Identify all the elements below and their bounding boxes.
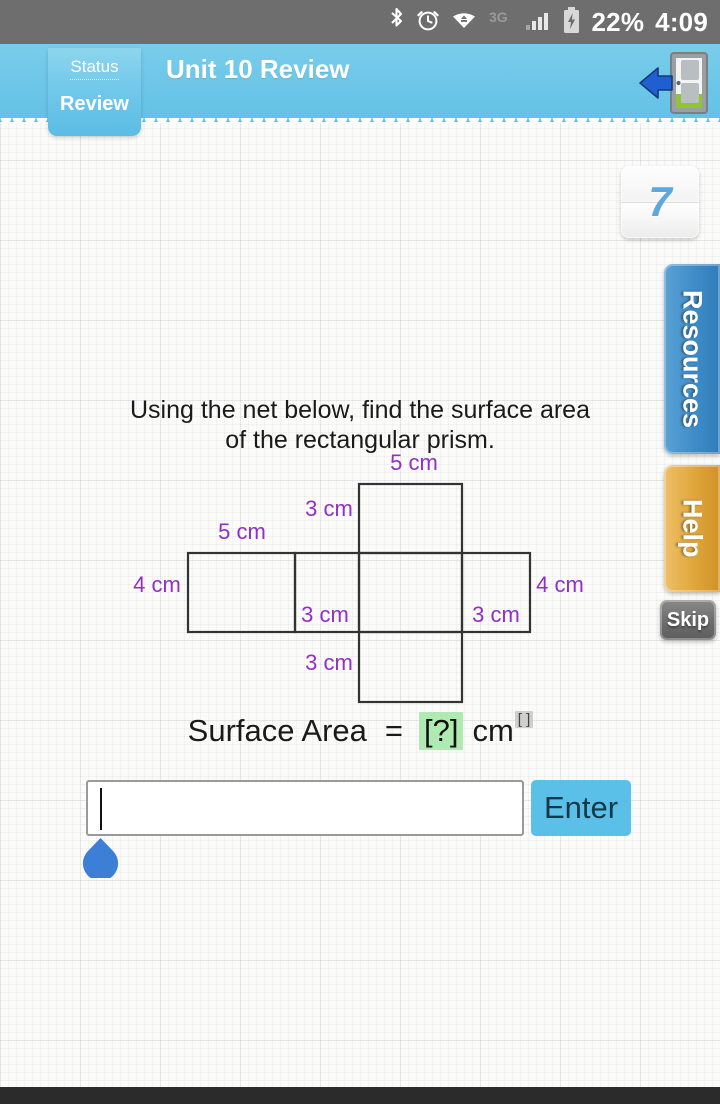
exit-button[interactable] <box>638 50 712 116</box>
skip-button[interactable]: Skip <box>660 600 716 640</box>
status-tab-value: Review <box>60 93 129 115</box>
status-tab[interactable]: Status Review <box>48 48 141 136</box>
answer-input[interactable] <box>86 780 524 836</box>
3g-icon: 3G <box>488 7 514 38</box>
net-label-upper-3cm: 3 cm <box>305 496 353 521</box>
net-face-upper-flap <box>357 482 464 555</box>
text-caret <box>100 788 102 830</box>
question-line-1: Using the net below, find the surface ar… <box>129 396 590 424</box>
android-nav-bar <box>0 1087 720 1104</box>
alarm-icon <box>416 7 440 38</box>
counter-value: 7 <box>648 178 672 225</box>
net-face-row-cell-1 <box>186 551 297 634</box>
answer-equation: Surface Area = [?] cm [ ] <box>0 711 720 750</box>
answer-blank: [?] <box>419 712 464 750</box>
battery-percent: 22% <box>591 7 645 37</box>
help-label: Help <box>677 499 708 558</box>
net-label-lower-3cm: 3 cm <box>305 650 353 675</box>
answer-unit: cm <box>472 713 514 748</box>
net-face-row-cell-2 <box>293 551 361 634</box>
net-label-mid-right-3cm: 3 cm <box>472 602 520 627</box>
text-selection-handle[interactable] <box>82 838 119 881</box>
net-face-lower-flap <box>357 630 464 704</box>
net-label-right-4cm: 4 cm <box>536 572 584 597</box>
battery-charging-icon <box>562 6 581 39</box>
status-clock: 4:09 <box>655 7 708 37</box>
net-label-left-5cm: 5 cm <box>218 519 266 544</box>
help-button[interactable]: Help <box>664 465 720 592</box>
question-counter: 7 <box>621 166 699 238</box>
skip-label: Skip <box>666 608 710 631</box>
app-root: 3G 22% 4:09 Status Review Unit 10 Review… <box>0 0 720 1104</box>
net-face-row-cell-3 <box>357 551 464 634</box>
rectangular-prism-net-diagram: 5 cm3 cm5 cm4 cm3 cm 3 cm4 cm3 cm <box>133 450 584 704</box>
svg-text:3G: 3G <box>489 9 508 25</box>
android-status-bar: 3G 22% 4:09 <box>0 0 720 44</box>
wifi-icon <box>451 7 477 38</box>
signal-icon <box>525 7 551 38</box>
equals-sign: = <box>384 713 403 748</box>
status-tab-label: Status <box>70 57 119 80</box>
enter-button[interactable]: Enter <box>531 780 631 836</box>
question-text: Using the net below, find the surface ar… <box>60 396 660 455</box>
bluetooth-icon <box>388 7 405 38</box>
question-line-2: of the rectangular prism. <box>225 425 495 454</box>
net-face-row-cell-4 <box>460 551 532 634</box>
page-title: Unit 10 Review <box>166 54 350 84</box>
resources-button[interactable]: Resources <box>664 264 720 454</box>
net-label-mid-left-3cm: 3 cm <box>301 602 349 627</box>
enter-label: Enter <box>543 790 619 825</box>
answer-label: Surface Area <box>187 713 367 748</box>
answer-exponent: [ ] <box>514 711 534 728</box>
resources-label: Resources <box>677 289 708 429</box>
net-label-left-4cm: 4 cm <box>133 572 181 597</box>
